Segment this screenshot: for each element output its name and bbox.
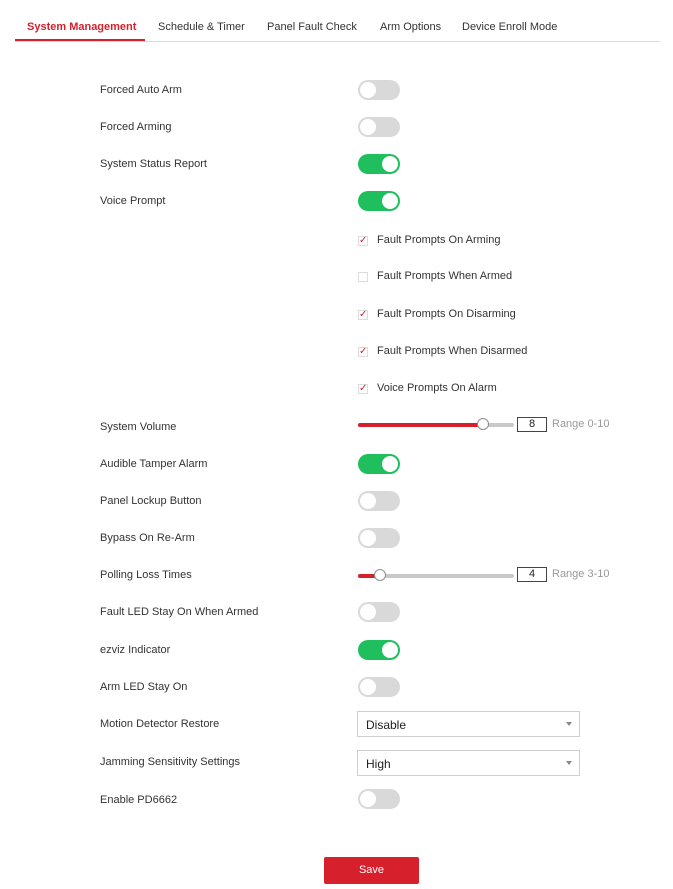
system-status-report-toggle[interactable] [358, 154, 400, 174]
polling-loss-times-value[interactable]: 4 [517, 567, 547, 582]
check-icon: ✓ [359, 346, 368, 357]
forced-arming-label: Forced Arming [100, 121, 172, 133]
ezviz-indicator-label: ezviz Indicator [100, 644, 171, 656]
settings-page: System Management Schedule & Timer Panel… [0, 0, 673, 889]
chevron-down-icon [566, 722, 572, 726]
checkbox-label: Fault Prompts On Disarming [377, 308, 516, 320]
select-value: High [366, 757, 391, 771]
fault-led-stay-on-label: Fault LED Stay On When Armed [100, 606, 259, 618]
toggle-knob [382, 193, 398, 209]
forced-arming-toggle[interactable] [358, 117, 400, 137]
polling-loss-times-range: Range 3-10 [552, 568, 610, 580]
toggle-knob [382, 456, 398, 472]
jamming-sensitivity-label: Jamming Sensitivity Settings [100, 756, 240, 768]
forced-auto-arm-toggle[interactable] [358, 80, 400, 100]
tab-system-management[interactable]: System Management [27, 21, 136, 33]
slider-handle[interactable] [477, 418, 489, 430]
voice-prompt-label: Voice Prompt [100, 195, 166, 207]
checkbox-label: Fault Prompts On Arming [377, 234, 501, 246]
voice-prompt-toggle[interactable] [358, 191, 400, 211]
check-icon: ✓ [359, 383, 368, 394]
polling-loss-times-slider[interactable] [358, 569, 514, 583]
arm-led-stay-on-toggle[interactable] [358, 677, 400, 697]
polling-loss-times-label: Polling Loss Times [100, 569, 192, 581]
system-volume-label: System Volume [100, 421, 177, 433]
forced-auto-arm-label: Forced Auto Arm [100, 84, 182, 96]
toggle-knob [360, 493, 376, 509]
bypass-on-rearm-toggle[interactable] [358, 528, 400, 548]
motion-detector-restore-label: Motion Detector Restore [100, 718, 220, 730]
fault-prompts-when-disarmed-checkbox[interactable]: ✓ [358, 346, 368, 357]
chevron-down-icon [566, 761, 572, 765]
enable-pd6662-toggle[interactable] [358, 789, 400, 809]
checkbox-label: Voice Prompts On Alarm [377, 382, 497, 394]
fault-prompts-on-arming-checkbox[interactable]: ✓ [358, 235, 368, 246]
toggle-knob [360, 82, 376, 98]
tab-arm-options[interactable]: Arm Options [380, 21, 441, 33]
arm-led-stay-on-label: Arm LED Stay On [100, 681, 188, 693]
tab-schedule-timer[interactable]: Schedule & Timer [158, 21, 245, 33]
slider-fill [358, 423, 483, 427]
save-button[interactable]: Save [324, 857, 419, 884]
system-volume-value[interactable]: 8 [517, 417, 547, 432]
system-volume-slider[interactable] [358, 418, 514, 432]
audible-tamper-alarm-label: Audible Tamper Alarm [100, 458, 208, 470]
active-tab-indicator [15, 39, 145, 41]
panel-lockup-button-label: Panel Lockup Button [100, 495, 202, 507]
jamming-sensitivity-select[interactable]: High [357, 750, 580, 776]
checkbox-label: Fault Prompts When Disarmed [377, 345, 528, 357]
fault-prompts-when-armed-checkbox[interactable]: ✓ [358, 272, 368, 282]
bypass-on-rearm-label: Bypass On Re-Arm [100, 532, 195, 544]
ezviz-indicator-toggle[interactable] [358, 640, 400, 660]
panel-lockup-button-toggle[interactable] [358, 491, 400, 511]
toggle-knob [360, 791, 376, 807]
tab-device-enroll-mode[interactable]: Device Enroll Mode [462, 21, 557, 33]
tab-bar: System Management Schedule & Timer Panel… [15, 14, 660, 42]
audible-tamper-alarm-toggle[interactable] [358, 454, 400, 474]
toggle-knob [360, 119, 376, 135]
toggle-knob [360, 530, 376, 546]
toggle-knob [382, 642, 398, 658]
system-status-report-label: System Status Report [100, 158, 207, 170]
toggle-knob [360, 604, 376, 620]
motion-detector-restore-select[interactable]: Disable [357, 711, 580, 737]
system-volume-range: Range 0-10 [552, 418, 610, 430]
fault-prompts-on-disarming-checkbox[interactable]: ✓ [358, 309, 368, 320]
slider-handle[interactable] [374, 569, 386, 581]
toggle-knob [382, 156, 398, 172]
tab-panel-fault-check[interactable]: Panel Fault Check [267, 21, 357, 33]
voice-prompts-on-alarm-checkbox[interactable]: ✓ [358, 383, 368, 394]
select-value: Disable [366, 718, 407, 732]
checkbox-label: Fault Prompts When Armed [377, 270, 513, 282]
toggle-knob [360, 679, 376, 695]
check-icon: ✓ [359, 309, 368, 320]
enable-pd6662-label: Enable PD6662 [100, 794, 178, 806]
fault-led-stay-on-toggle[interactable] [358, 602, 400, 622]
check-icon: ✓ [359, 235, 368, 246]
